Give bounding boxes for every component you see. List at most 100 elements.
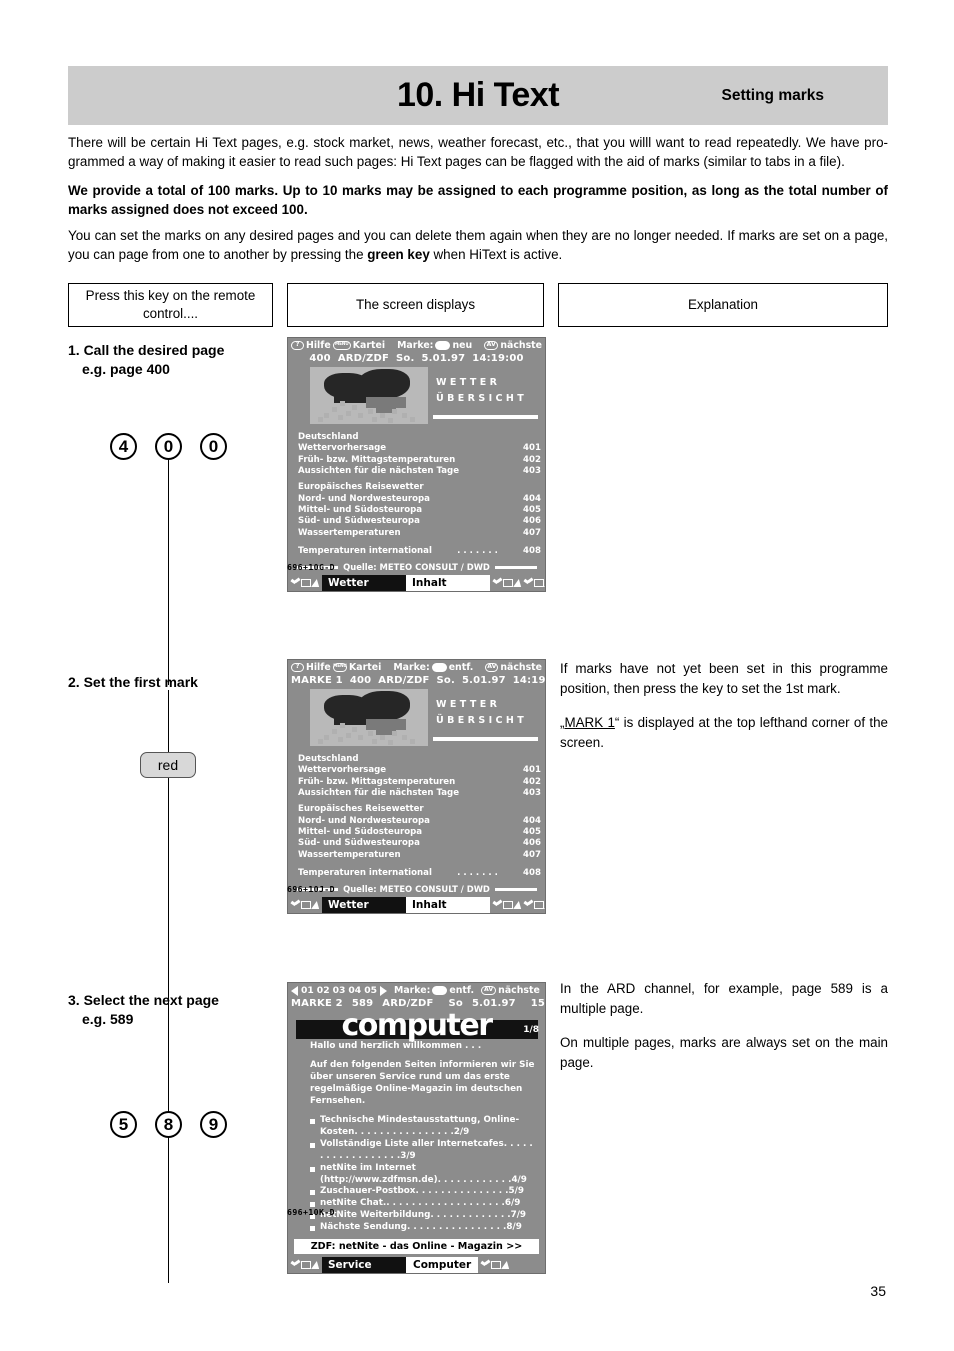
tv3-list-item[interactable]: Vollständige Liste aller Internetcafes. … xyxy=(310,1139,539,1163)
marke-blank-pill-icon[interactable] xyxy=(432,985,448,996)
tv2-item-num: 401 xyxy=(523,765,541,776)
tv3-list-item[interactable]: netNite Chat.. . . . . . . . . . . . . .… xyxy=(310,1198,539,1210)
tv3-action-label: entf. xyxy=(449,985,474,996)
tv3-list-item[interactable]: Technische Mindestausstattung, Online-Ko… xyxy=(310,1115,539,1139)
tv2-list-item[interactable]: Früh- bzw. Mittagstemperaturen 402 xyxy=(298,777,541,788)
tv1-intl-num: 408 xyxy=(523,546,541,557)
check-icon xyxy=(290,1261,300,1270)
tv1-bottom-right-label[interactable]: Inhalt xyxy=(406,575,490,592)
check-icon xyxy=(492,901,502,910)
tv1-list-item[interactable]: Wettervorhersage 401 xyxy=(298,443,541,454)
tv1-intl-row[interactable]: Temperaturen international . . . . . . . 4… xyxy=(298,546,541,557)
tv2-left-icons xyxy=(288,897,322,913)
tv2-source-bar-right xyxy=(494,887,537,891)
tv2-page: 400 xyxy=(349,675,372,686)
av-pill-icon[interactable]: AV xyxy=(484,340,499,351)
arrow-left-icon[interactable] xyxy=(291,985,298,996)
tv1-list-item[interactable]: Mittel- und Südosteuropa 405 xyxy=(298,505,541,516)
page-rect-icon xyxy=(491,1261,502,1270)
menu-pill-icon[interactable]: MENU xyxy=(332,340,351,351)
tv1-bottom-left-label[interactable]: Wetter xyxy=(322,575,406,592)
bullet-square-icon xyxy=(310,1142,315,1148)
tv2-intl-label: Temperaturen international xyxy=(298,868,432,879)
step-1-sub: e.g. page 400 xyxy=(82,361,170,378)
av-pill-icon[interactable]: AV xyxy=(481,985,497,996)
tv1-item-label: Wettervorhersage xyxy=(298,443,387,454)
tv1-list-item[interactable]: Nord- und Nordwesteuropa 404 xyxy=(298,494,541,505)
tv3-tab-03[interactable]: 03 xyxy=(333,985,346,996)
tv2-list-item[interactable]: Nord- und Nordwesteuropa 404 xyxy=(298,816,541,827)
help-pill-icon[interactable]: ? xyxy=(291,340,304,351)
tv2-bottom-right-label[interactable]: Inhalt xyxy=(406,897,490,914)
step-3-label: 3. Select the next page e.g. 589 xyxy=(68,991,283,1030)
tv3-item-num: 6/9 xyxy=(504,1198,521,1209)
tv1-help-label: Hilfe xyxy=(306,340,331,351)
av-pill-icon[interactable]: AV xyxy=(485,662,499,673)
tv2-weather-title2: ÜBERSICHT xyxy=(436,715,528,726)
tv2-list-item[interactable]: Süd- und Südwesteuropa 406 xyxy=(298,838,541,849)
tv1-list-item[interactable]: Süd- und Südwesteuropa 406 xyxy=(298,516,541,527)
tv3-tab-05[interactable]: 05 xyxy=(364,985,377,996)
tv1-action-label: neu xyxy=(452,340,473,351)
tv3-item-num: 4/9 xyxy=(511,1174,527,1185)
tv3-tab-02[interactable]: 02 xyxy=(317,985,330,996)
explanation-step-3-p1: In the ARD channel, for example, page 58… xyxy=(560,981,888,1017)
remote-key-0-a[interactable]: 0 xyxy=(155,433,182,460)
column-header-explanation: Explanation xyxy=(558,283,888,327)
tv-screen-2: ? Hilfe MENU Kartei Marke: entf. AV näch… xyxy=(287,659,546,915)
tv3-naechste-label: nächste xyxy=(498,985,540,996)
tv3-bottom-right-label[interactable]: Computer xyxy=(406,1257,479,1274)
marke-blank-pill-icon[interactable] xyxy=(435,340,451,351)
check-icon xyxy=(480,1261,490,1270)
tv3-list-item[interactable]: netNite Weiterbildung. . . . . . . . . .… xyxy=(310,1210,539,1222)
check-icon xyxy=(290,901,300,910)
tv3-tab-04[interactable]: 04 xyxy=(348,985,361,996)
tv3-subpage-tabs: 01 02 03 04 05 xyxy=(291,985,387,996)
tv3-bottom-left-label[interactable]: Service xyxy=(322,1257,406,1274)
tv3-list-item[interactable]: netNite im Internet (http://www.zdfmsn.d… xyxy=(310,1163,539,1187)
tv2-list-item[interactable]: Aussichten für die nächsten Tage 403 xyxy=(298,788,541,799)
tv1-list-item[interactable]: Früh- bzw. Mittagstemperaturen 402 xyxy=(298,455,541,466)
tv3-item-dots: . . . . . . . . . . . . . . . . xyxy=(354,1126,454,1137)
tv2-kartei-label: Kartei xyxy=(349,662,382,673)
page-rect-icon xyxy=(534,901,544,910)
tv3-subpage-indicator: 1/8 xyxy=(523,1025,539,1035)
remote-key-8[interactable]: 8 xyxy=(155,1111,182,1138)
tv1-weather-graphic: WETTER ÜBERSICHT xyxy=(288,365,545,427)
tv2-status-row: MARKE 1 400 ARD/ZDF So. 5.01.97 14:19:00 xyxy=(288,674,545,687)
tv3-item-label: netNite im Internet (http://www.zdfmsn.d… xyxy=(320,1162,438,1185)
tv1-section-2-heading: Europäisches Reisewetter xyxy=(298,482,424,493)
tv2-item-label: Wettervorhersage xyxy=(298,765,387,776)
help-pill-icon[interactable]: ? xyxy=(291,662,304,673)
remote-key-4[interactable]: 4 xyxy=(110,433,137,460)
remote-key-red[interactable]: red xyxy=(140,752,196,778)
arrow-right-icon[interactable] xyxy=(379,985,387,996)
tv3-list-item[interactable]: Nächste Sendung. . . . . . . . . . . . .… xyxy=(310,1222,539,1234)
tv1-item-label: Mittel- und Südosteuropa xyxy=(298,505,423,516)
tv2-topbar: ? Hilfe MENU Kartei Marke: entf. AV näch… xyxy=(288,660,545,674)
tv3-item-num: 8/9 xyxy=(506,1222,522,1233)
tv2-list-item[interactable]: Mittel- und Südosteuropa 405 xyxy=(298,827,541,838)
remote-key-0-b[interactable]: 0 xyxy=(200,433,227,460)
page-subtitle: Setting marks xyxy=(721,86,824,104)
tv2-item-num: 403 xyxy=(523,788,541,799)
tv2-intl-row[interactable]: Temperaturen international . . . . . . . 4… xyxy=(298,868,541,879)
tv3-list-item[interactable]: Zuschauer-Postbox. . . . . . . . . . . .… xyxy=(310,1186,539,1198)
remote-key-9[interactable]: 9 xyxy=(200,1111,227,1138)
tv1-item-label: Süd- und Südwesteuropa xyxy=(298,516,420,527)
tv1-list-item[interactable]: Wassertemperaturen 407 xyxy=(298,528,541,539)
tv2-list-item[interactable]: Wettervorhersage 401 xyxy=(298,765,541,776)
marke-blank-pill-icon[interactable] xyxy=(431,662,447,673)
tv3-tab-01[interactable]: 01 xyxy=(301,985,314,996)
tv1-weather-title: WETTER xyxy=(436,377,501,388)
tv-screen-1-caption: 696+10G-D xyxy=(287,562,335,572)
tv2-list-item[interactable]: Wassertemperaturen 407 xyxy=(298,850,541,861)
column-header-screen: The screen displays xyxy=(287,283,544,327)
tv3-bottom-bar: Service Computer xyxy=(288,1257,545,1274)
tv2-item-label: Früh- bzw. Mittagstemperaturen xyxy=(298,776,456,787)
menu-pill-icon[interactable]: MENU xyxy=(332,662,348,673)
tv2-mark-label: MARKE 1 xyxy=(291,675,343,686)
tv2-bottom-left-label[interactable]: Wetter xyxy=(322,897,406,914)
remote-key-5[interactable]: 5 xyxy=(110,1111,137,1138)
tv1-list-item[interactable]: Aussichten für die nächsten Tage 403 xyxy=(298,466,541,477)
